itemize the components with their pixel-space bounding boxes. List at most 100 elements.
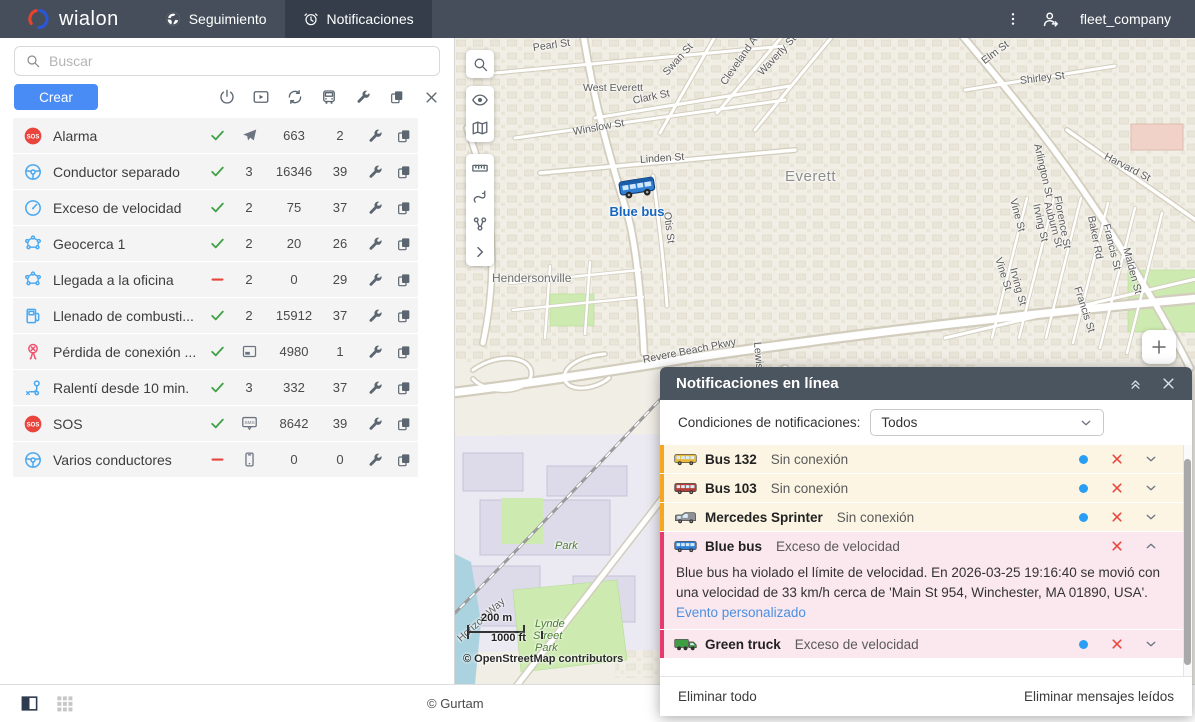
map-search-icon[interactable]	[466, 50, 494, 78]
notification-rule-row[interactable]: Exceso de velocidad 2 75 37	[13, 190, 418, 225]
duplicate-icon[interactable]	[389, 380, 418, 396]
alarm-clock-icon	[303, 11, 319, 27]
settings-wrench-icon[interactable]	[360, 128, 389, 144]
unread-dot	[1079, 640, 1088, 649]
duplicate-icon[interactable]	[389, 164, 418, 180]
copy-icon[interactable]	[388, 88, 406, 106]
settings-wrench-icon[interactable]	[360, 416, 389, 432]
filter-select[interactable]: Todos	[870, 409, 1104, 436]
notification-rule-row[interactable]: Geocerca 1 2 20 26	[13, 226, 418, 261]
tab-seguimiento[interactable]: Seguimiento	[147, 0, 285, 38]
svg-text:SOS: SOS	[27, 422, 40, 428]
notification-rule-row[interactable]: Varios conductores 0 0	[13, 442, 418, 477]
chevron-down-icon[interactable]	[1144, 510, 1158, 524]
chevron-down-icon[interactable]	[1144, 452, 1158, 466]
panel-scrollbar[interactable]	[1183, 445, 1192, 676]
map-marker-label: Blue bus	[610, 204, 665, 219]
scrollbar-thumb[interactable]	[1184, 459, 1191, 665]
settings-wrench-icon[interactable]	[360, 452, 389, 468]
sidebar-toolbar: Crear	[14, 84, 440, 110]
settings-wrench-icon[interactable]	[360, 344, 389, 360]
online-notification-list: Bus 132 Sin conexión Bus 103 Sin conexió…	[660, 445, 1192, 676]
geofence-icon	[13, 270, 53, 290]
settings-wrench-icon[interactable]	[360, 200, 389, 216]
duplicate-icon[interactable]	[389, 128, 418, 144]
bus-front-icon[interactable]	[320, 88, 338, 106]
notification-message: Blue bus ha violado el límite de velocid…	[660, 560, 1192, 629]
sms-icon: SMS	[230, 414, 268, 433]
sidebar-toggle-icon[interactable]	[20, 694, 39, 713]
duplicate-icon[interactable]	[389, 344, 418, 360]
topbar: wialon Seguimiento Notificaciones fleet_…	[0, 0, 1195, 38]
sync-icon[interactable]	[286, 88, 304, 106]
online-notification-item: Blue bus Exceso de velocidad Blue bus ha…	[660, 532, 1192, 629]
create-button[interactable]: Crear	[14, 84, 98, 110]
duplicate-icon[interactable]	[389, 272, 418, 288]
wrench-icon[interactable]	[354, 88, 372, 106]
duplicate-icon[interactable]	[389, 236, 418, 252]
search-box	[14, 46, 440, 76]
video-icon[interactable]	[252, 88, 270, 106]
chevron-down-icon[interactable]	[1144, 481, 1158, 495]
map-layers-icon[interactable]	[466, 114, 494, 142]
delete-notification-icon[interactable]	[1110, 510, 1124, 524]
connection-loss-icon	[13, 342, 53, 362]
notification-rule-row[interactable]: Llegada a la oficina 2 0 29	[13, 262, 418, 297]
username[interactable]: fleet_company	[1080, 11, 1171, 27]
zoom-in-button[interactable]	[1142, 330, 1176, 364]
settings-wrench-icon[interactable]	[360, 380, 389, 396]
chevron-up-icon[interactable]	[1144, 539, 1158, 553]
collapse-icon[interactable]	[1128, 376, 1143, 391]
settings-wrench-icon[interactable]	[360, 164, 389, 180]
delete-notification-icon[interactable]	[1110, 481, 1124, 495]
duplicate-icon[interactable]	[389, 452, 418, 468]
geofence-icon	[13, 234, 53, 254]
delete-notification-icon[interactable]	[1110, 539, 1124, 553]
brand-name: wialon	[59, 8, 119, 31]
expand-right-icon[interactable]	[466, 238, 494, 266]
notification-rule-row[interactable]: SOS SOS SMS 8642 39	[13, 406, 418, 441]
vehicle-icon	[674, 452, 697, 467]
notifications-sidebar: Crear SOS Alarma 663 2 Conductor separad…	[0, 38, 455, 684]
panel-header[interactable]: Notificaciones en línea	[660, 367, 1192, 400]
wialon-logo[interactable]: wialon	[0, 0, 147, 38]
custom-event-link[interactable]: Evento personalizado	[676, 605, 1162, 620]
ruler-icon[interactable]	[466, 154, 494, 182]
track-points-icon[interactable]	[466, 210, 494, 238]
notification-rule-row[interactable]: SOS Alarma 663 2	[13, 118, 418, 153]
duplicate-icon[interactable]	[389, 200, 418, 216]
duplicate-icon[interactable]	[389, 308, 418, 324]
filter-row: Condiciones de notificaciones: Todos	[660, 400, 1192, 445]
close-icon[interactable]	[422, 88, 440, 106]
chevron-down-icon[interactable]	[1144, 637, 1158, 651]
tab-label: Seguimiento	[189, 11, 267, 27]
vehicle-icon	[674, 637, 697, 652]
clear-read-button[interactable]: Eliminar mensajes leídos	[1024, 689, 1174, 704]
eye-icon[interactable]	[466, 86, 494, 114]
enabled-check-icon	[204, 415, 230, 432]
notification-rule-row[interactable]: Ralentí desde 10 min. 3 332 37	[13, 370, 418, 405]
notification-rule-row[interactable]: Pérdida de conexión ... 4980 1	[13, 334, 418, 369]
tab-notificaciones[interactable]: Notificaciones	[285, 0, 432, 38]
online-notifications-panel: Notificaciones en línea Condiciones de n…	[660, 367, 1192, 716]
settings-wrench-icon[interactable]	[360, 308, 389, 324]
settings-wrench-icon[interactable]	[360, 236, 389, 252]
globe-icon	[165, 11, 181, 27]
disabled-minus-icon	[204, 271, 230, 288]
clear-all-button[interactable]: Eliminar todo	[678, 689, 757, 704]
user-switch-icon[interactable]	[1041, 10, 1060, 29]
search-input[interactable]	[49, 53, 429, 69]
delete-notification-icon[interactable]	[1110, 452, 1124, 466]
route-icon[interactable]	[466, 182, 494, 210]
notification-rule-row[interactable]: Conductor separado 3 16346 39	[13, 154, 418, 189]
map-marker-blue-bus[interactable]	[617, 173, 658, 206]
apps-grid-icon[interactable]	[55, 694, 74, 713]
map-control-group	[466, 154, 494, 266]
settings-wrench-icon[interactable]	[360, 272, 389, 288]
panel-close-icon[interactable]	[1161, 376, 1176, 391]
duplicate-icon[interactable]	[389, 416, 418, 432]
delete-notification-icon[interactable]	[1110, 637, 1124, 651]
kebab-menu-icon[interactable]	[1005, 11, 1021, 27]
power-icon[interactable]	[218, 88, 236, 106]
notification-rule-row[interactable]: Llenado de combusti... 2 15912 37	[13, 298, 418, 333]
